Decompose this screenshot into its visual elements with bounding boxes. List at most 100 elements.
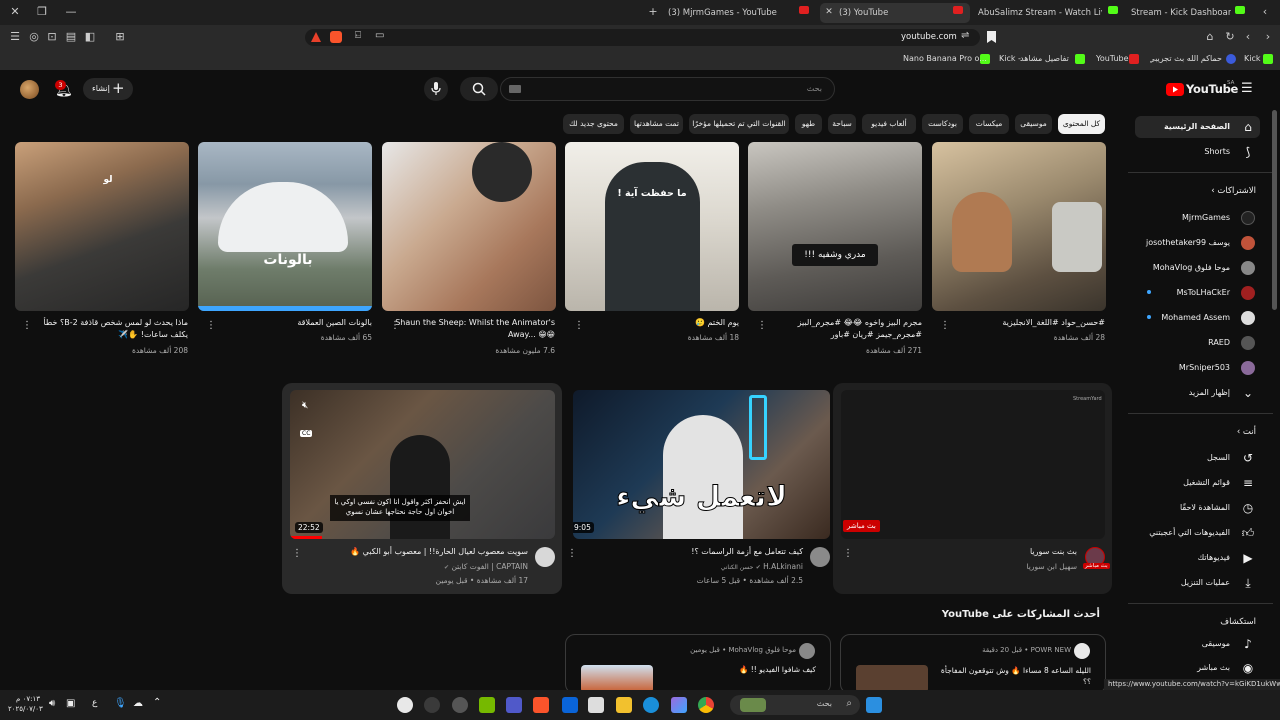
- voice-search-button[interactable]: [424, 77, 448, 101]
- short-thumbnail[interactable]: [382, 142, 556, 311]
- tab-abusalimz-stream[interactable]: AbuSalimz Stream - Watch Live on Ki: [978, 3, 1102, 23]
- tab-kick-dashboard[interactable]: Stream - Kick Dashboard: [1131, 3, 1231, 23]
- clock-app-icon[interactable]: [424, 697, 440, 713]
- screenshot-icon[interactable]: ⊞: [113, 30, 127, 44]
- chip-cooking[interactable]: طهو: [795, 114, 822, 134]
- post-image[interactable]: [581, 665, 653, 693]
- short-thumbnail[interactable]: لو: [15, 142, 189, 311]
- chrome-icon[interactable]: [698, 697, 714, 713]
- short-thumbnail[interactable]: [932, 142, 1106, 311]
- channel-name[interactable]: CAPTAIN | الفوت كابتن: [451, 562, 528, 571]
- short-title[interactable]: مجرم البيز واخوه 😂😂 #مجرم_البيز #مجرم_جي…: [770, 317, 922, 341]
- bookmark-viewer-details[interactable]: تفاصيل مشاهد: [1020, 54, 1069, 63]
- community-post[interactable]: موحا فلوق MohaVlog • قبل يومين كيف شافوا…: [565, 634, 831, 694]
- edge-icon[interactable]: [643, 697, 659, 713]
- network-icon[interactable]: ▣: [66, 698, 75, 709]
- short-title[interactable]: يوم الختم 🥲: [600, 317, 739, 329]
- more-options-icon[interactable]: ⋮: [206, 320, 216, 332]
- language-indicator[interactable]: ع: [92, 698, 97, 708]
- close-tab-icon[interactable]: ✕: [822, 5, 836, 19]
- chip-gaming[interactable]: ألعاب فيديو: [862, 114, 916, 134]
- reader-icon[interactable]: ▤: [64, 30, 78, 44]
- brave-shield-icon[interactable]: [330, 31, 342, 43]
- new-tab-icon[interactable]: +: [646, 5, 660, 19]
- chip-watched[interactable]: تمت مشاهدتها: [630, 114, 683, 134]
- video-title[interactable]: بث بنت سوريا: [900, 547, 1077, 556]
- search-input[interactable]: بحث: [500, 77, 835, 101]
- menu-icon[interactable]: ☰: [8, 30, 22, 44]
- tab-mjrmgames[interactable]: (3) MjrmGames - YouTube: [668, 3, 808, 23]
- channel-avatar[interactable]: [535, 547, 555, 567]
- channel-row[interactable]: H.ALkinani ✔ حسن الكناني: [620, 562, 803, 571]
- nvidia-icon[interactable]: [479, 697, 495, 713]
- chip-mixes[interactable]: ميكسات: [969, 114, 1009, 134]
- video-title[interactable]: كيف تتعامل مع أزمة الراسمات ؟!: [620, 547, 803, 556]
- avatar[interactable]: [20, 80, 39, 99]
- create-button[interactable]: إنشاء +: [83, 78, 133, 100]
- restore-window-icon[interactable]: ❐: [35, 5, 49, 19]
- more-options-icon[interactable]: ⋮: [390, 320, 400, 332]
- back-icon[interactable]: ‹: [1241, 30, 1255, 44]
- bookmark-stream-test[interactable]: حماكم الله بث تجريبي...: [1150, 54, 1222, 63]
- store-icon[interactable]: [588, 697, 604, 713]
- share-icon[interactable]: ⍇: [355, 30, 361, 41]
- shield-icon[interactable]: ◎: [27, 30, 41, 44]
- short-title[interactable]: ماذا يحدث لو لمس شخص قاذفة B-2؟ خطأ يكلف…: [38, 317, 188, 341]
- home-icon[interactable]: ⌂: [1203, 30, 1217, 44]
- chip-new-to-you[interactable]: محتوى جديد لك: [563, 114, 624, 134]
- bookmark-kick-dash[interactable]: Kick -: [999, 54, 1021, 63]
- copilot-icon[interactable]: [671, 697, 687, 713]
- tab-youtube-active[interactable]: (3) YouTube: [820, 3, 970, 23]
- subscriptions-heading[interactable]: الاشتراكات ›: [1150, 186, 1256, 196]
- captions-icon[interactable]: CC: [300, 430, 313, 437]
- channel-avatar[interactable]: [810, 547, 830, 567]
- brave-browser-icon[interactable]: [533, 697, 549, 713]
- post-channel[interactable]: POWR NEW • قبل 20 دقيقة: [861, 646, 1071, 654]
- mute-icon[interactable]: 🔇︎: [302, 400, 308, 411]
- bookmark-kick[interactable]: Kick: [1244, 54, 1261, 63]
- close-window-icon[interactable]: ✕: [8, 5, 22, 19]
- bookmark-youtube[interactable]: YouTube: [1096, 54, 1129, 63]
- chevron-up-icon[interactable]: ⌃: [153, 697, 161, 708]
- search-button[interactable]: [460, 77, 498, 101]
- chip-podcasts[interactable]: بودكاست: [922, 114, 963, 134]
- forward-icon[interactable]: ›: [1261, 30, 1275, 44]
- reload-icon[interactable]: ↻: [1223, 30, 1237, 44]
- more-options-icon[interactable]: ⋮: [292, 548, 302, 560]
- short-thumbnail[interactable]: بالونات: [198, 142, 372, 311]
- windows-start-icon[interactable]: [866, 697, 882, 713]
- sidebar-toggle-icon[interactable]: ◧: [83, 30, 97, 44]
- short-title[interactable]: Shaun the Sheep: Whilst the Animator's A…: [395, 317, 555, 341]
- obs-icon[interactable]: [397, 697, 413, 713]
- video-thumbnail[interactable]: لاتعمل شيء 9:05: [573, 390, 830, 539]
- chip-recently-uploaded[interactable]: القنوات التي تم تحميلها مؤخرًا: [689, 114, 789, 134]
- channel-name[interactable]: H.ALkinani: [763, 562, 803, 571]
- more-options-icon[interactable]: ⋮: [843, 548, 853, 560]
- address-bar[interactable]: ⍇ ▭ youtube.com ⇌: [305, 29, 980, 46]
- volume-icon[interactable]: 🔊︎: [49, 698, 55, 709]
- channel-name[interactable]: سهيل ابن سوريا: [900, 562, 1078, 571]
- more-options-icon[interactable]: ⋮: [567, 548, 577, 560]
- microphone-icon[interactable]: 🎙︎: [114, 698, 127, 709]
- keyboard-icon[interactable]: [509, 85, 521, 93]
- teams-icon[interactable]: [506, 697, 522, 713]
- cast-icon[interactable]: ▭: [375, 30, 384, 41]
- short-title[interactable]: بالونات الصين العملاقة: [220, 317, 372, 329]
- chip-swimming[interactable]: سباحة: [828, 114, 856, 134]
- extensions-icon[interactable]: ⊡: [45, 30, 59, 44]
- post-channel[interactable]: موحا فلوق MohaVlog • قبل يومين: [586, 646, 796, 654]
- settings-gear-icon[interactable]: [452, 697, 468, 713]
- short-thumbnail[interactable]: ما حفظت آية !: [565, 142, 739, 311]
- scrollbar[interactable]: [1272, 110, 1277, 310]
- cloud-icon[interactable]: ☁: [133, 698, 143, 709]
- more-options-icon[interactable]: ⋮: [940, 320, 950, 332]
- hamburger-menu-icon[interactable]: ☰: [1241, 81, 1253, 96]
- channel-avatar[interactable]: [799, 643, 815, 659]
- channel-avatar[interactable]: [1074, 643, 1090, 659]
- youtube-logo-icon[interactable]: [1166, 83, 1184, 96]
- clock[interactable]: ٠٧:١٣ م ٢٠٢٥/٠٧/٠٣: [8, 694, 43, 714]
- channel-row[interactable]: CAPTAIN | الفوت كابتن ✔: [330, 562, 528, 571]
- bookmark-nano-banana[interactable]: Nano Banana Pro o...: [903, 54, 987, 63]
- video-thumbnail[interactable]: 🔇︎ CC ايش انحفز اكثر واقول انا اكون نفسي…: [290, 390, 555, 539]
- more-options-icon[interactable]: ⋮: [574, 320, 584, 332]
